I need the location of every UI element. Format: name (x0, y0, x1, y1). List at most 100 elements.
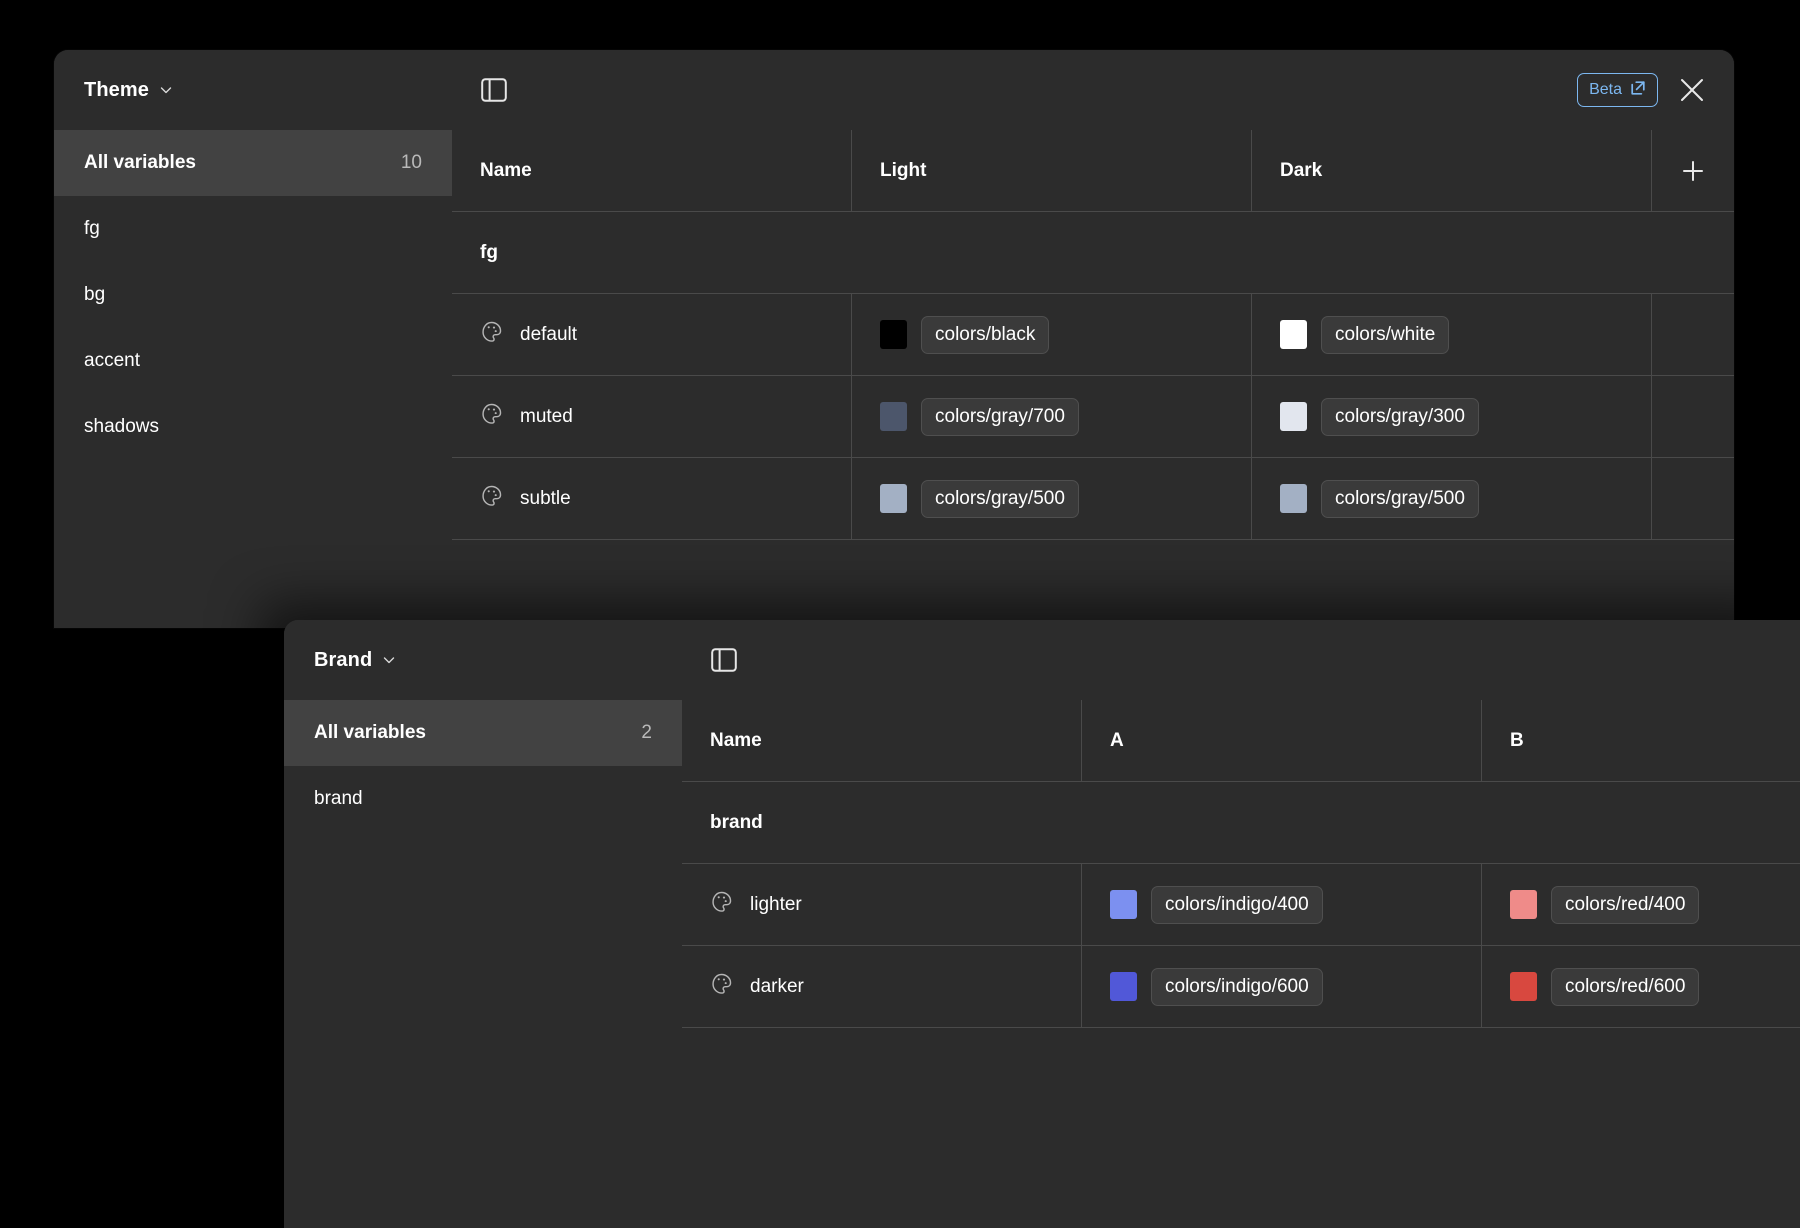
panel-header: Theme Beta (54, 50, 1734, 130)
close-icon[interactable] (1672, 70, 1712, 110)
color-swatch (880, 484, 907, 513)
color-palette-icon (480, 320, 503, 349)
alias-chip[interactable]: colors/indigo/600 (1151, 967, 1323, 1006)
collection-name: Brand (314, 648, 373, 671)
collection-selector[interactable]: Brand (284, 620, 682, 700)
variable-value-dark[interactable]: colors/gray/500 (1252, 458, 1652, 539)
color-swatch (1110, 890, 1137, 919)
variables-panel-theme: Theme Beta All variables 10 fg bg accent… (54, 50, 1734, 628)
panel-layout-icon[interactable] (476, 72, 512, 108)
beta-badge[interactable]: Beta (1577, 73, 1658, 107)
variable-value-light[interactable]: colors/gray/500 (852, 458, 1252, 539)
color-swatch (1510, 890, 1537, 919)
collection-sidebar: All variables 2 brand (284, 700, 682, 1228)
sidebar-item-label: All variables (84, 152, 196, 173)
alias-chip[interactable]: colors/red/600 (1551, 967, 1700, 1006)
table-row[interactable]: muted colors/gray/700 colors/gray/300 (452, 376, 1734, 458)
variable-name-cell[interactable]: lighter (682, 864, 1082, 945)
column-header-light[interactable]: Light (852, 130, 1252, 211)
alias-chip[interactable]: colors/white (1321, 315, 1450, 354)
collection-name: Theme (84, 78, 149, 101)
color-swatch (1280, 320, 1307, 349)
table-row[interactable]: darker colors/indigo/600 colors/red/600 (682, 946, 1800, 1028)
column-header-dark[interactable]: Dark (1252, 130, 1652, 211)
alias-chip[interactable]: colors/indigo/400 (1151, 885, 1323, 924)
sidebar-item-label: shadows (84, 416, 159, 437)
variable-group-header: brand (682, 782, 1800, 864)
table-row[interactable]: subtle colors/gray/500 colors/gray/500 (452, 458, 1734, 540)
variable-value-light[interactable]: colors/black (852, 294, 1252, 375)
variable-name: darker (750, 975, 804, 997)
row-end-spacer (1652, 294, 1734, 375)
variable-name-cell[interactable]: default (452, 294, 852, 375)
panel-header-actions: Beta (452, 50, 1734, 130)
color-swatch (880, 402, 907, 431)
sidebar-item-brand[interactable]: brand (284, 766, 682, 832)
alias-chip[interactable]: colors/gray/500 (921, 479, 1079, 518)
alias-chip[interactable]: colors/gray/300 (1321, 397, 1479, 436)
collection-sidebar: All variables 10 fg bg accent shadows (54, 130, 452, 628)
column-header-a[interactable]: A (1082, 700, 1482, 781)
variable-name-cell[interactable]: darker (682, 946, 1082, 1027)
variables-panel-brand: Brand All variables 2 brand Name A B bra… (284, 620, 1800, 1228)
color-palette-icon (710, 890, 733, 919)
table-header-row: Name A B (682, 700, 1800, 782)
row-end-spacer (1652, 458, 1734, 539)
variable-value-a[interactable]: colors/indigo/400 (1082, 864, 1482, 945)
variable-count: 2 (641, 722, 652, 743)
sidebar-item-all-variables[interactable]: All variables 10 (54, 130, 452, 196)
variable-value-light[interactable]: colors/gray/700 (852, 376, 1252, 457)
variable-name-cell[interactable]: muted (452, 376, 852, 457)
alias-chip[interactable]: colors/gray/700 (921, 397, 1079, 436)
sidebar-item-fg[interactable]: fg (54, 196, 452, 262)
color-palette-icon (710, 972, 733, 1001)
color-swatch (1280, 484, 1307, 513)
add-mode-button[interactable] (1652, 130, 1734, 211)
chevron-down-icon (159, 83, 173, 97)
chevron-down-icon (382, 653, 396, 667)
variable-value-dark[interactable]: colors/white (1252, 294, 1652, 375)
variables-table: Name Light Dark fg default colors/black … (452, 130, 1734, 628)
panel-header-actions (682, 620, 1800, 700)
sidebar-item-label: fg (84, 218, 100, 239)
variable-value-b[interactable]: colors/red/600 (1482, 946, 1800, 1027)
sidebar-item-shadows[interactable]: shadows (54, 394, 452, 460)
collection-selector[interactable]: Theme (54, 50, 452, 130)
row-end-spacer (1652, 376, 1734, 457)
sidebar-item-all-variables[interactable]: All variables 2 (284, 700, 682, 766)
variable-name: muted (520, 405, 573, 427)
sidebar-item-bg[interactable]: bg (54, 262, 452, 328)
column-header-name[interactable]: Name (682, 700, 1082, 781)
variable-name-cell[interactable]: subtle (452, 458, 852, 539)
color-palette-icon (480, 484, 503, 513)
color-swatch (1510, 972, 1537, 1001)
variable-name: lighter (750, 893, 802, 915)
sidebar-item-accent[interactable]: accent (54, 328, 452, 394)
variable-name: default (520, 323, 578, 345)
color-swatch (1110, 972, 1137, 1001)
sidebar-item-label: accent (84, 350, 140, 371)
variable-value-dark[interactable]: colors/gray/300 (1252, 376, 1652, 457)
alias-chip[interactable]: colors/red/400 (1551, 885, 1700, 924)
variable-count: 10 (400, 152, 422, 173)
sidebar-item-label: bg (84, 284, 106, 305)
color-swatch (880, 320, 907, 349)
table-empty-area (682, 1028, 1800, 1228)
panel-header: Brand (284, 620, 1800, 700)
table-empty-area (452, 540, 1734, 628)
panel-body: All variables 10 fg bg accent shadows Na… (54, 130, 1734, 628)
app-canvas: Theme Beta All variables 10 fg bg accent… (0, 0, 1800, 1228)
table-row[interactable]: lighter colors/indigo/400 colors/red/400 (682, 864, 1800, 946)
variable-value-b[interactable]: colors/red/400 (1482, 864, 1800, 945)
column-header-name[interactable]: Name (452, 130, 852, 211)
alias-chip[interactable]: colors/black (921, 315, 1050, 354)
column-header-b[interactable]: B (1482, 700, 1800, 781)
color-swatch (1280, 402, 1307, 431)
variable-name: subtle (520, 487, 571, 509)
table-row[interactable]: default colors/black colors/white (452, 294, 1734, 376)
table-header-row: Name Light Dark (452, 130, 1734, 212)
alias-chip[interactable]: colors/gray/500 (1321, 479, 1479, 518)
panel-layout-icon[interactable] (706, 642, 742, 678)
variable-value-a[interactable]: colors/indigo/600 (1082, 946, 1482, 1027)
panel-body: All variables 2 brand Name A B brand lig… (284, 700, 1800, 1228)
